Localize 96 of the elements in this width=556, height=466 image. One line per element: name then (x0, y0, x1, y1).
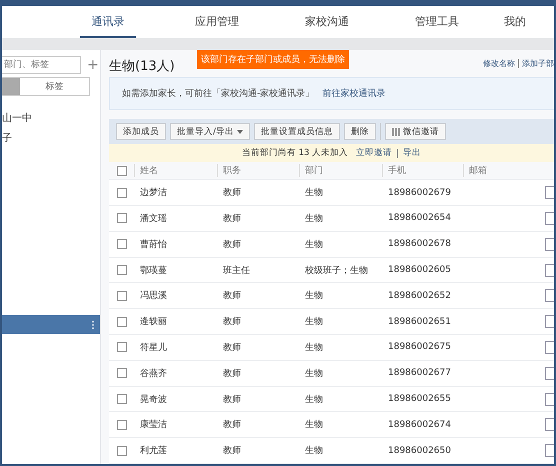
link[interactable]: 立即邀请 (356, 147, 392, 160)
dropdown-button[interactable]: 批量导入/导出 (170, 123, 250, 140)
table-cell-text: 生物 (305, 238, 324, 251)
checkbox[interactable] (117, 446, 127, 456)
toolbar-button[interactable]: 批量设置成员信息 (254, 123, 340, 140)
row-action-button[interactable] (545, 366, 554, 380)
table-cell-text: 18986002650 (388, 446, 452, 456)
table-cell-text: 18986002679 (388, 188, 452, 198)
link[interactable]: 前往家校通讯录 (322, 87, 386, 100)
table-cell-text: 班主任 (223, 264, 251, 277)
column-header: 手机 (382, 164, 469, 178)
add-button[interactable]: + (87, 58, 99, 72)
row-action-button[interactable] (545, 340, 554, 354)
table-cell-text: 教师 (223, 368, 242, 380)
row-action-button[interactable] (545, 264, 554, 277)
table-cell-text: 教师 (223, 342, 242, 354)
table-cell-text: 康莹洁 (140, 418, 168, 432)
toolbar-button[interactable]: 删除 (344, 123, 376, 140)
table-cell-text: 教师 (223, 186, 242, 200)
toast-message: 该部门存在子部门或成员，无法删除 (197, 50, 349, 69)
table-cell-text: 生物 (305, 394, 324, 406)
table-cell-text: 教师 (223, 212, 242, 225)
toolbar-button[interactable]: 添加成员 (116, 123, 166, 140)
checkbox[interactable] (117, 213, 127, 224)
table-cell-text: 教师 (223, 316, 242, 328)
nav-tab[interactable]: 家校沟通 (272, 6, 382, 38)
table-cell-text: 谷燕齐 (140, 368, 168, 380)
checkbox[interactable] (117, 239, 127, 250)
table-cell-text: 生物 (305, 342, 324, 354)
table-cell-text: 利尤莲 (140, 444, 168, 458)
notice-text: 当前部门尚有 13 人未加入 (242, 147, 348, 160)
table-cell-text: 冯思溪 (140, 290, 168, 302)
table-cell-text: 教师 (223, 290, 242, 302)
nav-tab[interactable]: 管理工具 (382, 6, 492, 38)
nav-tab[interactable]: 应用管理 (162, 6, 272, 38)
checkbox[interactable] (117, 342, 127, 352)
checkbox[interactable] (117, 290, 127, 301)
link[interactable]: 修改名称 (483, 58, 515, 70)
column-header: 职务 (217, 164, 305, 178)
info-text: 如需添加家长，可前往「家校沟通-家校通讯录」 (122, 88, 314, 100)
search-field[interactable]: 部门、标签 (2, 56, 81, 74)
row-action-button[interactable] (545, 418, 554, 432)
table-cell-text: 18986002654 (388, 213, 452, 224)
column-header: 姓名 (134, 164, 223, 178)
row-action-button[interactable] (545, 315, 554, 328)
checkbox[interactable] (117, 420, 127, 430)
checkbox[interactable] (117, 394, 127, 404)
table-cell-text: 曹莳怡 (140, 238, 168, 251)
tree-item[interactable]: 子 (2, 128, 100, 148)
table-cell-text: 生物 (305, 316, 324, 328)
table-cell-text: 18986002674 (388, 420, 452, 430)
caret-icon (236, 130, 243, 134)
column-header: 部门 (299, 164, 388, 178)
table-cell-text: 生物 (305, 368, 324, 380)
tree-item[interactable]: 山一中 (2, 108, 100, 128)
table-cell-text: 逄轶丽 (140, 316, 168, 328)
link[interactable]: 添加子部 (522, 58, 554, 70)
table-cell-text: 18986002677 (388, 368, 452, 378)
table-cell-text: 鄂瑛蔓 (140, 264, 168, 277)
checkbox[interactable] (117, 368, 127, 378)
row-action-button[interactable] (545, 289, 554, 302)
column-header: 邮箱 (463, 164, 529, 178)
table-cell-text: 生物 (305, 290, 324, 302)
table-cell-text: 教师 (223, 444, 242, 458)
table-cell-text: 教师 (223, 418, 242, 432)
row-action-button[interactable] (545, 444, 554, 458)
checkbox[interactable] (117, 316, 127, 327)
table-cell-text: 校级班子；生物 (305, 264, 369, 277)
table-cell-text: 18986002651 (388, 316, 452, 327)
department-title: 生物(13人) (109, 58, 175, 75)
table-cell-text: 生物 (305, 418, 324, 432)
grid-icon (392, 128, 400, 136)
checkbox[interactable] (117, 265, 127, 276)
table-cell-text: 符星儿 (140, 342, 168, 354)
row-action-button[interactable] (545, 186, 554, 200)
toolbar-button[interactable]: 微信邀请 (384, 123, 446, 140)
table-cell-text: 生物 (305, 444, 324, 458)
table-cell-text: 18986002605 (388, 265, 452, 276)
row-action-button[interactable] (545, 212, 554, 225)
table-cell-text: 教师 (223, 394, 242, 406)
row-action-button[interactable] (545, 392, 554, 406)
row-action-button[interactable] (545, 238, 554, 251)
table-cell-text: 晃奇波 (140, 394, 168, 406)
table-cell-text: 潘文瑶 (140, 212, 168, 225)
table-cell-text: 18986002655 (388, 394, 452, 404)
nav-tab[interactable]: 我的 (504, 6, 544, 38)
link[interactable]: 导出 (403, 147, 422, 160)
table-cell-text: 生物 (305, 186, 324, 200)
table-cell-text: 18986002652 (388, 290, 452, 301)
table-cell-text: 18986002678 (388, 239, 452, 250)
table-cell-text: 教师 (223, 238, 242, 251)
checkbox[interactable] (117, 188, 127, 198)
table-cell-text: 18986002675 (388, 342, 452, 352)
checkbox[interactable] (117, 166, 127, 176)
table-cell-text: 生物 (305, 212, 324, 225)
table-cell-text: 边梦洁 (140, 186, 168, 200)
